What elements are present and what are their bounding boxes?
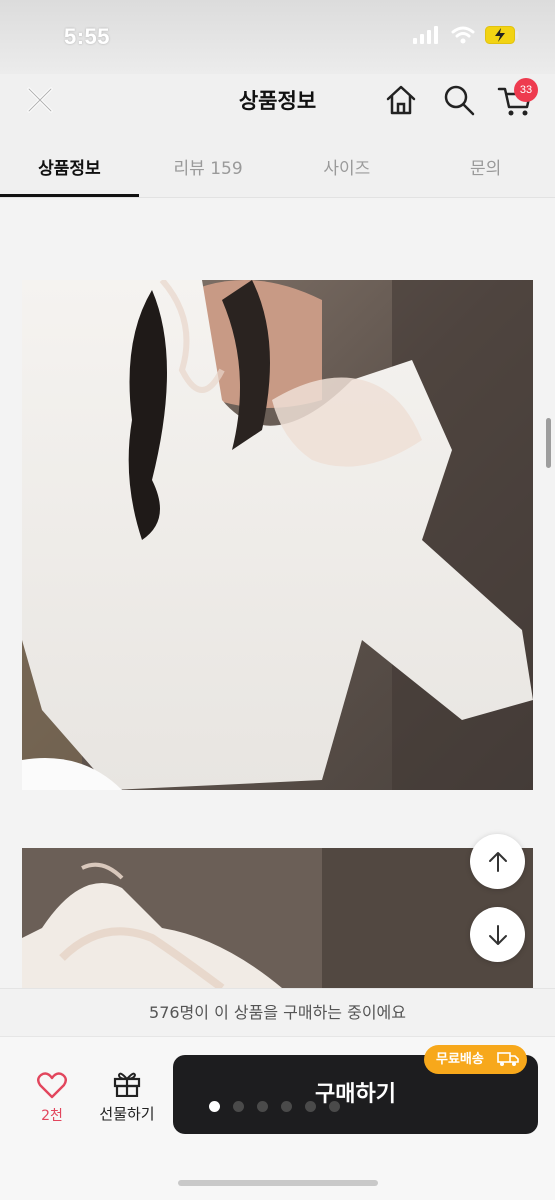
wifi-icon: [451, 26, 475, 44]
tab-size[interactable]: 사이즈: [278, 128, 417, 197]
gift-button[interactable]: 선물하기: [92, 1069, 162, 1124]
tab-inquiry[interactable]: 문의: [416, 128, 555, 197]
like-count: 2천: [41, 1108, 63, 1124]
arrow-down-icon: [488, 924, 507, 945]
free-shipping-badge: 무료배송: [424, 1045, 527, 1074]
free-shipping-label: 무료배송: [436, 1052, 484, 1067]
like-button[interactable]: 2천: [26, 1071, 78, 1125]
carousel-dots: [209, 1101, 340, 1112]
product-image-2: [22, 848, 533, 988]
carousel-dot[interactable]: [209, 1101, 220, 1112]
truck-icon: [497, 1052, 519, 1066]
scroll-bottom-button[interactable]: [470, 907, 525, 962]
bottom-action-bar: 2천 선물하기 구매하기 무료배송: [0, 1036, 555, 1200]
status-bar: 5:55: [0, 0, 555, 74]
status-time: 5:55: [64, 24, 111, 49]
battery-icon: [485, 26, 519, 44]
carousel-dot[interactable]: [233, 1101, 244, 1112]
signal-icon: [413, 26, 438, 44]
tab-product-info[interactable]: 상품정보: [0, 128, 139, 197]
app-header: 상품정보: [0, 74, 555, 128]
product-photo: [22, 280, 533, 790]
tab-reviews[interactable]: 리뷰 159: [139, 128, 278, 197]
carousel-dot[interactable]: [329, 1101, 340, 1112]
carousel-dot[interactable]: [281, 1101, 292, 1112]
gift-icon: [113, 1072, 141, 1098]
purchase-notice: 576명이 이 상품을 구매하는 중이에요: [0, 988, 555, 1036]
tab-bar: 상품정보 리뷰 159 사이즈 문의: [0, 128, 555, 198]
gift-label: 선물하기: [99, 1105, 155, 1123]
product-photo-2: [22, 848, 533, 988]
arrow-up-icon: [488, 851, 507, 872]
home-indicator: [178, 1180, 378, 1186]
search-icon[interactable]: [442, 83, 476, 117]
carousel-dot[interactable]: [305, 1101, 316, 1112]
product-image: [22, 280, 533, 790]
scrollbar-thumb[interactable]: [546, 418, 551, 468]
heart-icon: [37, 1072, 67, 1099]
scroll-top-button[interactable]: [470, 834, 525, 889]
cart-count-badge: 33: [514, 78, 538, 102]
home-icon[interactable]: [384, 83, 418, 117]
status-icons: [413, 26, 519, 44]
carousel-dot[interactable]: [257, 1101, 268, 1112]
